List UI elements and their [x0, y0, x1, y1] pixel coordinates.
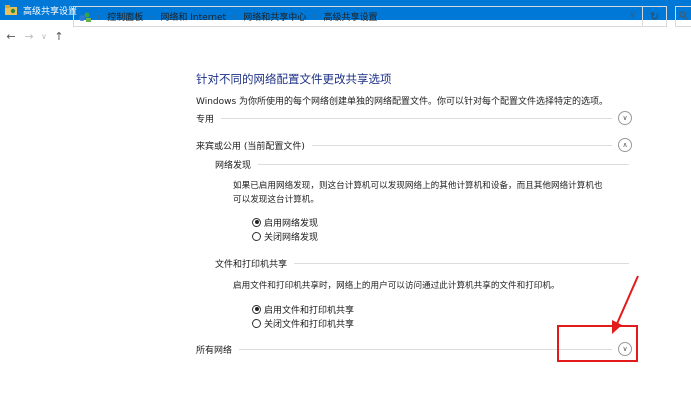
radio-button[interactable] — [252, 318, 261, 328]
radio-network-discovery-on[interactable]: 启用网络发现 — [252, 216, 318, 229]
breadcrumb-separator: › — [150, 12, 154, 21]
radio-label[interactable]: 关闭文件和打印机共享 — [264, 317, 354, 330]
profile-private-label: 专用 — [196, 114, 215, 125]
back-button[interactable]: ← — [2, 27, 20, 45]
breadcrumb-network-internet[interactable]: 网络和 Internet — [160, 10, 226, 23]
radio-button-selected[interactable] — [252, 304, 261, 314]
network-discovery-header: 网络发现 — [215, 158, 629, 171]
divider — [258, 163, 629, 165]
breadcrumb-separator: › — [233, 12, 237, 21]
breadcrumb-separator: › — [97, 12, 101, 21]
chevron-up-icon: ∧ — [622, 140, 628, 149]
radio-label[interactable]: 启用文件和打印机共享 — [264, 303, 354, 316]
breadcrumb-separator: › — [313, 12, 317, 21]
expand-private-button[interactable]: ∨ — [618, 111, 632, 125]
page-title: 针对不同的网络配置文件更改共享选项 — [196, 72, 392, 86]
address-dropdown-button[interactable]: ∨ — [629, 10, 636, 20]
breadcrumb-network-sharing-center[interactable]: 网络和共享中心 — [243, 10, 306, 23]
breadcrumb-advanced-sharing[interactable]: 高级共享设置 — [323, 10, 377, 23]
profile-guest-public-label: 来宾或公用 (当前配置文件) — [196, 141, 305, 152]
search-box[interactable] — [675, 6, 691, 27]
profile-all-networks-label: 所有网络 — [196, 345, 233, 356]
radio-file-sharing-off[interactable]: 关闭文件和打印机共享 — [252, 317, 354, 330]
network-discovery-text-line2: 可以发现这台计算机。 — [233, 195, 319, 205]
radio-file-sharing-on[interactable]: 启用文件和打印机共享 — [252, 303, 354, 316]
radio-label[interactable]: 关闭网络发现 — [264, 230, 318, 243]
divider — [294, 262, 629, 264]
file-printer-sharing-header: 文件和打印机共享 — [215, 257, 629, 270]
network-discovery-text-line1: 如果已启用网络发现，则这台计算机可以发现网络上的其他计算机和设备，而且其他网络计… — [233, 181, 603, 191]
window-title: 高级共享设置 — [23, 6, 78, 17]
control-panel-icon — [78, 10, 92, 24]
recent-locations-button[interactable]: ∨ — [38, 27, 50, 45]
network-discovery-title: 网络发现 — [215, 160, 252, 171]
divider — [311, 144, 612, 146]
collapse-guest-public-button[interactable]: ∧ — [618, 138, 632, 152]
profile-private-header[interactable]: 专用 ∨ — [196, 111, 632, 125]
address-bar[interactable]: › 控制面板 › 网络和 Internet › 网络和共享中心 › 高级共享设置… — [73, 6, 643, 27]
network-folder-icon — [4, 4, 18, 16]
page-description: Windows 为你所使用的每个网络创建单独的网络配置文件。你可以针对每个配置文… — [196, 97, 609, 107]
forward-button[interactable]: → — [20, 27, 38, 45]
chevron-down-icon: ∨ — [622, 113, 628, 122]
radio-button[interactable] — [252, 231, 261, 241]
divider — [221, 117, 612, 119]
profile-guest-public-header[interactable]: 来宾或公用 (当前配置文件) ∧ — [196, 138, 632, 152]
refresh-button[interactable]: ↻ — [643, 6, 667, 27]
radio-network-discovery-off[interactable]: 关闭网络发现 — [252, 230, 318, 243]
network-discovery-text: 如果已启用网络发现，则这台计算机可以发现网络上的其他计算机和设备，而且其他网络计… — [233, 179, 633, 207]
file-printer-sharing-text: 启用文件和打印机共享时，网络上的用户可以访问通过此计算机共享的文件和打印机。 — [233, 281, 560, 291]
search-icon — [679, 10, 688, 23]
breadcrumb-control-panel[interactable]: 控制面板 — [107, 10, 143, 23]
up-button[interactable]: ↑ — [50, 27, 68, 45]
annotation-arrow — [612, 275, 639, 334]
file-printer-sharing-title: 文件和打印机共享 — [215, 259, 288, 270]
radio-label[interactable]: 启用网络发现 — [264, 216, 318, 229]
radio-button-selected[interactable] — [252, 217, 261, 227]
